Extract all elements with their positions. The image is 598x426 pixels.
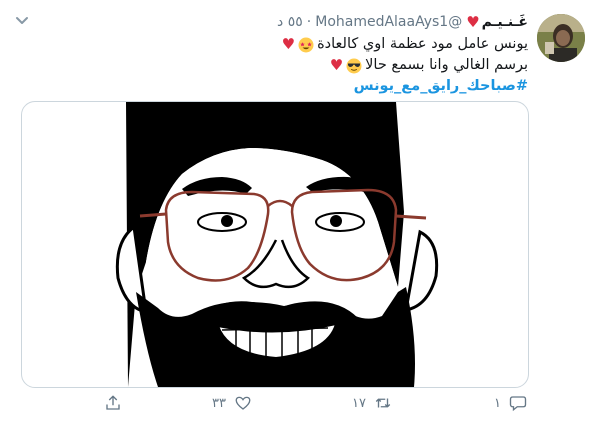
- like-button[interactable]: ٣٣: [212, 394, 252, 412]
- heart-icon: ♥: [281, 35, 296, 53]
- tweet-media-image[interactable]: [21, 101, 529, 388]
- retweet-button[interactable]: ١٧: [352, 394, 392, 412]
- reply-button[interactable]: ١: [494, 394, 527, 412]
- sunglasses-emoji: [346, 58, 362, 73]
- tweet-line-3: #صباحك_رايق_مع_يونس: [282, 76, 528, 97]
- display-name[interactable]: غَـنـيـم ♥: [466, 13, 528, 31]
- tweet-header: غَـنـيـم ♥ @MohamedAlaaAys1 · ٥٥ د: [277, 13, 528, 31]
- tweet-text: يونس عامل مود عظمة اوي كالعادة ♥ برسم ال…: [282, 34, 528, 97]
- timestamp[interactable]: ٥٥ د: [277, 14, 303, 30]
- tweet-line-1: يونس عامل مود عظمة اوي كالعادة ♥: [282, 34, 528, 55]
- hashtag-link[interactable]: #صباحك_رايق_مع_يونس: [354, 76, 528, 97]
- tweet-actions: ١ ١٧ ٣٣: [0, 394, 598, 420]
- retweet-icon: [375, 398, 391, 408]
- tweet-line-2: برسم الغالي وانا بسمع حالا ♥: [282, 55, 528, 76]
- chevron-down-icon[interactable]: [12, 10, 32, 30]
- tweet-line-text: برسم الغالي وانا بسمع حالا: [365, 57, 528, 73]
- heart-icon: ♥: [466, 13, 480, 31]
- share-icon: [106, 395, 120, 410]
- separator-dot: ·: [306, 14, 312, 30]
- retweet-count: ١٧: [352, 395, 366, 411]
- tweet[interactable]: غَـنـيـم ♥ @MohamedAlaaAys1 · ٥٥ د يونس …: [0, 0, 598, 426]
- reply-count: ١: [494, 395, 501, 411]
- reply-icon: [509, 396, 527, 412]
- heart-icon: ♥: [329, 56, 344, 74]
- star-struck-emoji: [298, 37, 314, 52]
- tweet-line-text: يونس عامل مود عظمة اوي كالعادة: [317, 36, 528, 52]
- like-count: ٣٣: [212, 395, 226, 411]
- share-button[interactable]: [104, 394, 122, 412]
- like-icon: [235, 396, 251, 410]
- handle[interactable]: @MohamedAlaaAys1: [315, 14, 462, 30]
- avatar[interactable]: [537, 14, 585, 62]
